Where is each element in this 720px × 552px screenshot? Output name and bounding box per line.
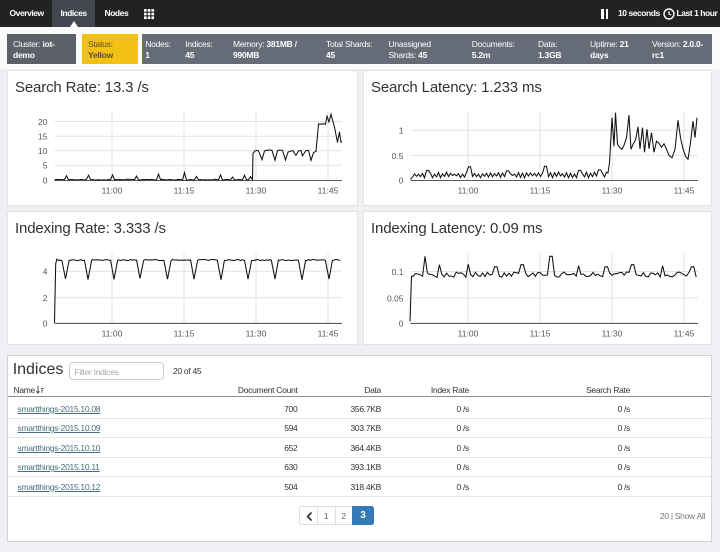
svg-text:0: 0 [399, 176, 404, 186]
svg-text:20: 20 [38, 117, 48, 127]
svg-text:0.5: 0.5 [392, 151, 404, 161]
svg-text:0.05: 0.05 [387, 293, 404, 303]
svg-text:11:30: 11:30 [246, 186, 267, 196]
svg-text:11:00: 11:00 [102, 328, 123, 338]
svg-text:4: 4 [43, 267, 48, 277]
svg-text:11:00: 11:00 [102, 186, 123, 196]
svg-text:11:15: 11:15 [530, 186, 551, 196]
svg-text:11:30: 11:30 [602, 328, 623, 338]
svg-text:11:00: 11:00 [458, 328, 479, 338]
svg-text:10: 10 [38, 146, 48, 156]
svg-text:11:30: 11:30 [602, 186, 623, 196]
svg-text:11:45: 11:45 [318, 186, 339, 196]
svg-text:5: 5 [43, 161, 48, 171]
svg-text:11:45: 11:45 [674, 186, 695, 196]
svg-text:11:00: 11:00 [458, 186, 479, 196]
svg-text:2: 2 [43, 293, 48, 303]
svg-text:11:45: 11:45 [674, 328, 695, 338]
svg-text:0: 0 [43, 176, 48, 186]
svg-text:11:30: 11:30 [246, 328, 267, 338]
svg-text:11:45: 11:45 [318, 328, 339, 338]
svg-text:11:15: 11:15 [530, 328, 551, 338]
svg-text:0: 0 [399, 318, 404, 328]
svg-text:11:15: 11:15 [174, 186, 195, 196]
svg-text:15: 15 [38, 132, 48, 142]
svg-text:1: 1 [399, 126, 404, 136]
svg-text:0: 0 [43, 318, 48, 328]
svg-text:11:15: 11:15 [174, 328, 195, 338]
svg-text:0.1: 0.1 [392, 267, 404, 277]
